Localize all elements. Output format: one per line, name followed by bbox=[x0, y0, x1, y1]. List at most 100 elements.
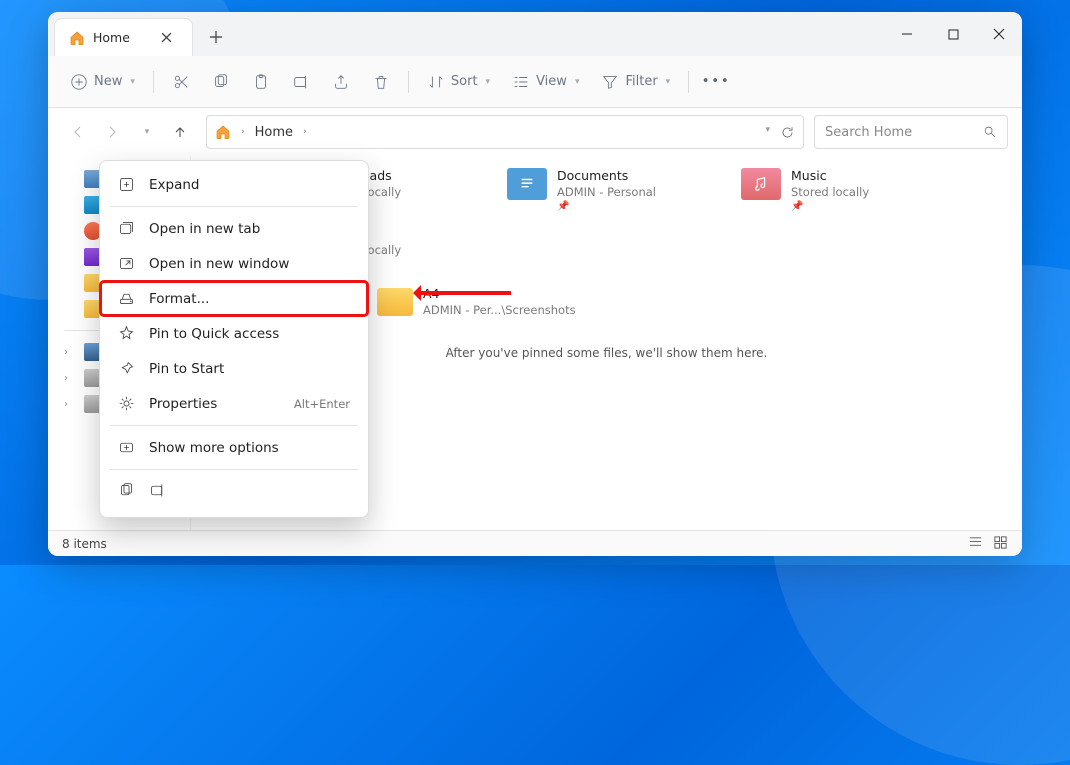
arrow-up-icon bbox=[173, 125, 187, 139]
pin-icon: 📌 bbox=[791, 200, 869, 214]
pin-icon: 📌 bbox=[557, 200, 656, 214]
view-icon bbox=[512, 73, 530, 91]
status-bar: 8 items bbox=[48, 530, 1022, 556]
menu-item-show-more[interactable]: Show more options bbox=[100, 430, 368, 465]
recent-section: al\Pic...\A4 A4ADMIN - Per...\Screenshot… bbox=[269, 282, 1004, 322]
drive-icon bbox=[118, 290, 135, 307]
nav-history-button[interactable]: ▾ bbox=[130, 116, 162, 148]
rename-button[interactable] bbox=[284, 67, 318, 97]
new-window-icon bbox=[118, 255, 135, 272]
plus-icon bbox=[209, 30, 223, 44]
search-icon bbox=[983, 125, 997, 139]
rename-icon bbox=[149, 482, 166, 499]
maximize-button[interactable] bbox=[930, 12, 976, 56]
recent-item[interactable]: al\Pic...\A4 A4ADMIN - Per...\Screenshot… bbox=[269, 282, 1004, 322]
new-tab-button[interactable] bbox=[199, 20, 233, 54]
paste-button[interactable] bbox=[244, 67, 278, 97]
more-button[interactable]: ••• bbox=[699, 68, 733, 95]
menu-label: Pin to Quick access bbox=[149, 326, 279, 342]
filter-button[interactable]: Filter▾ bbox=[593, 67, 678, 97]
menu-label: Open in new tab bbox=[149, 221, 260, 237]
copy-icon bbox=[212, 73, 230, 91]
arrow-right-icon bbox=[105, 125, 119, 139]
cut-button[interactable] bbox=[164, 67, 198, 97]
menu-item-pin-quick-access[interactable]: Pin to Quick access bbox=[100, 316, 368, 351]
menu-item-format[interactable]: Format... bbox=[100, 281, 368, 316]
delete-button[interactable] bbox=[364, 67, 398, 97]
pin-icon bbox=[118, 360, 135, 377]
new-label: New bbox=[94, 74, 122, 89]
menu-shortcut: Alt+Enter bbox=[294, 397, 350, 411]
close-icon bbox=[993, 28, 1005, 40]
search-placeholder: Search Home bbox=[825, 125, 912, 140]
home-icon bbox=[69, 30, 85, 46]
item-sub: Stored locally bbox=[791, 185, 869, 201]
pin-icon bbox=[118, 325, 135, 342]
new-tab-icon bbox=[118, 220, 135, 237]
search-input[interactable]: Search Home bbox=[814, 115, 1008, 149]
menu-item-pin-start[interactable]: Pin to Start bbox=[100, 351, 368, 386]
close-window-button[interactable] bbox=[976, 12, 1022, 56]
filter-label: Filter bbox=[625, 74, 657, 89]
item-sub: ADMIN - Per...\Screenshots bbox=[423, 303, 576, 319]
menu-label: Show more options bbox=[149, 440, 279, 456]
menu-label: Format... bbox=[149, 291, 209, 307]
tab-close-button[interactable] bbox=[154, 25, 180, 51]
sort-icon bbox=[427, 73, 445, 91]
menu-item-open-new-window[interactable]: Open in new window bbox=[100, 246, 368, 281]
rename-icon bbox=[292, 73, 310, 91]
chevron-down-icon[interactable]: ▾ bbox=[765, 125, 770, 140]
details-view-icon bbox=[968, 535, 983, 550]
nav-forward-button[interactable] bbox=[96, 116, 128, 148]
item-name: Music bbox=[791, 168, 869, 185]
item-sub: ADMIN - Personal bbox=[557, 185, 656, 201]
address-row: ▾ › Home › ▾ Search Home bbox=[48, 108, 1022, 156]
view-details-button[interactable] bbox=[968, 535, 983, 553]
documents-icon bbox=[507, 168, 547, 200]
quick-access-item[interactable]: MusicStored locally📌 bbox=[741, 168, 951, 214]
menu-item-expand[interactable]: Expand bbox=[100, 167, 368, 202]
share-button[interactable] bbox=[324, 67, 358, 97]
tab-home[interactable]: Home bbox=[54, 18, 193, 56]
item-name: Documents bbox=[557, 168, 656, 185]
chevron-down-icon: ▾ bbox=[145, 127, 150, 137]
menu-label: Expand bbox=[149, 177, 200, 193]
menu-item-properties[interactable]: Properties Alt+Enter bbox=[100, 386, 368, 421]
refresh-icon[interactable] bbox=[780, 125, 795, 140]
scissors-icon bbox=[172, 73, 190, 91]
footer-rename-button[interactable] bbox=[149, 482, 166, 503]
footer-copy-button[interactable] bbox=[118, 482, 135, 503]
thumbnails-view-icon bbox=[993, 535, 1008, 550]
ellipsis-icon: ••• bbox=[702, 74, 731, 89]
command-toolbar: New▾ Sort▾ View▾ Filter▾ ••• bbox=[48, 56, 1022, 108]
minimize-button[interactable] bbox=[884, 12, 930, 56]
menu-item-open-new-tab[interactable]: Open in new tab bbox=[100, 211, 368, 246]
address-bar[interactable]: › Home › ▾ bbox=[206, 115, 804, 149]
view-button[interactable]: View▾ bbox=[504, 67, 587, 97]
tab-title: Home bbox=[93, 30, 130, 45]
clipboard-icon bbox=[252, 73, 270, 91]
menu-label: Properties bbox=[149, 396, 217, 412]
context-menu: Expand Open in new tab Open in new windo… bbox=[99, 160, 369, 518]
home-icon bbox=[215, 124, 231, 140]
close-icon bbox=[161, 32, 172, 43]
section-recent-header[interactable]: ⌵Recent bbox=[289, 372, 1004, 402]
properties-icon bbox=[118, 395, 135, 412]
menu-label: Open in new window bbox=[149, 256, 289, 272]
trash-icon bbox=[372, 73, 390, 91]
menu-label: Pin to Start bbox=[149, 361, 224, 377]
view-thumbnails-button[interactable] bbox=[993, 535, 1008, 553]
new-button[interactable]: New▾ bbox=[62, 67, 143, 97]
nav-up-button[interactable] bbox=[164, 116, 196, 148]
breadcrumb-home[interactable]: Home bbox=[255, 125, 293, 140]
nav-back-button[interactable] bbox=[62, 116, 94, 148]
arrow-left-icon bbox=[71, 125, 85, 139]
copy-button[interactable] bbox=[204, 67, 238, 97]
sort-button[interactable]: Sort▾ bbox=[419, 67, 498, 97]
expand-icon bbox=[118, 176, 135, 193]
quick-access-item[interactable]: DocumentsADMIN - Personal📌 bbox=[507, 168, 717, 214]
annotation-arrow bbox=[415, 291, 511, 295]
minimize-icon bbox=[901, 28, 913, 40]
window-controls bbox=[884, 12, 1022, 56]
filter-icon bbox=[601, 73, 619, 91]
